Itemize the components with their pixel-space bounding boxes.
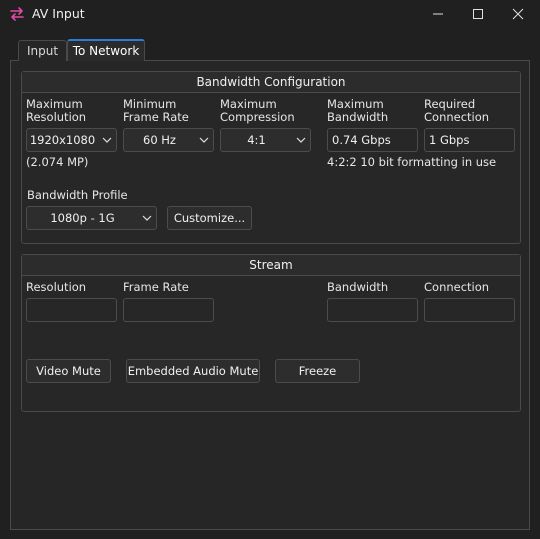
chevron-down-icon [138, 215, 156, 221]
max-bandwidth-field[interactable]: 0.74 Gbps [327, 128, 418, 152]
video-mute-button[interactable]: Video Mute [26, 359, 111, 383]
group-header: Bandwidth Configuration [22, 72, 520, 93]
swap-arrows-icon [8, 5, 26, 23]
frame-rate-value: 60 Hz [143, 133, 176, 147]
tab-to-network[interactable]: To Network [67, 39, 145, 61]
customize-button[interactable]: Customize... [167, 206, 252, 230]
min-frame-rate-label: Minimum Frame Rate [123, 97, 189, 124]
chevron-down-icon [195, 137, 213, 143]
required-connection-field[interactable]: 1 Gbps [424, 128, 515, 152]
bandwidth-profile-value: 1080p - 1G [50, 211, 115, 225]
frame-rate-dropdown[interactable]: 60 Hz [123, 128, 214, 152]
close-icon[interactable] [498, 0, 538, 28]
max-bandwidth-label: Maximum Bandwidth [327, 97, 389, 124]
max-compression-label: Maximum Compression [220, 97, 295, 124]
title-bar: AV Input [0, 0, 540, 28]
required-connection-label: Required Connection [424, 97, 490, 124]
tab-input[interactable]: Input [18, 40, 67, 61]
bandwidth-profile-dropdown[interactable]: 1080p - 1G [26, 206, 157, 230]
stream-bandwidth-field[interactable] [327, 298, 418, 322]
freeze-button[interactable]: Freeze [275, 359, 360, 383]
compression-value: 4:1 [247, 133, 266, 147]
maximize-icon[interactable] [458, 0, 498, 28]
resolution-value: 1920x1080 [29, 133, 96, 147]
resolution-dropdown[interactable]: 1920x1080 [26, 128, 117, 152]
megapixels-text: (2.074 MP) [26, 155, 89, 169]
stream-connection-label: Connection [424, 280, 490, 294]
stream-connection-field[interactable] [424, 298, 515, 322]
stream-frame-rate-label: Frame Rate [123, 280, 189, 294]
stream-bandwidth-label: Bandwidth [327, 280, 389, 294]
chevron-down-icon [292, 137, 310, 143]
max-resolution-label: Maximum Resolution [26, 97, 87, 124]
compression-dropdown[interactable]: 4:1 [220, 128, 311, 152]
embedded-audio-mute-button[interactable]: Embedded Audio Mute [126, 359, 260, 383]
stream-group: Stream [21, 254, 521, 412]
window-title: AV Input [32, 6, 85, 21]
bandwidth-profile-label: Bandwidth Profile [27, 188, 128, 202]
group-header: Stream [22, 255, 520, 276]
chevron-down-icon [98, 137, 116, 143]
formatting-note: 4:2:2 10 bit formatting in use [327, 155, 497, 169]
stream-frame-rate-field[interactable] [123, 298, 214, 322]
minimize-icon[interactable] [418, 0, 458, 28]
stream-resolution-label: Resolution [26, 280, 87, 294]
stream-resolution-field[interactable] [26, 298, 117, 322]
